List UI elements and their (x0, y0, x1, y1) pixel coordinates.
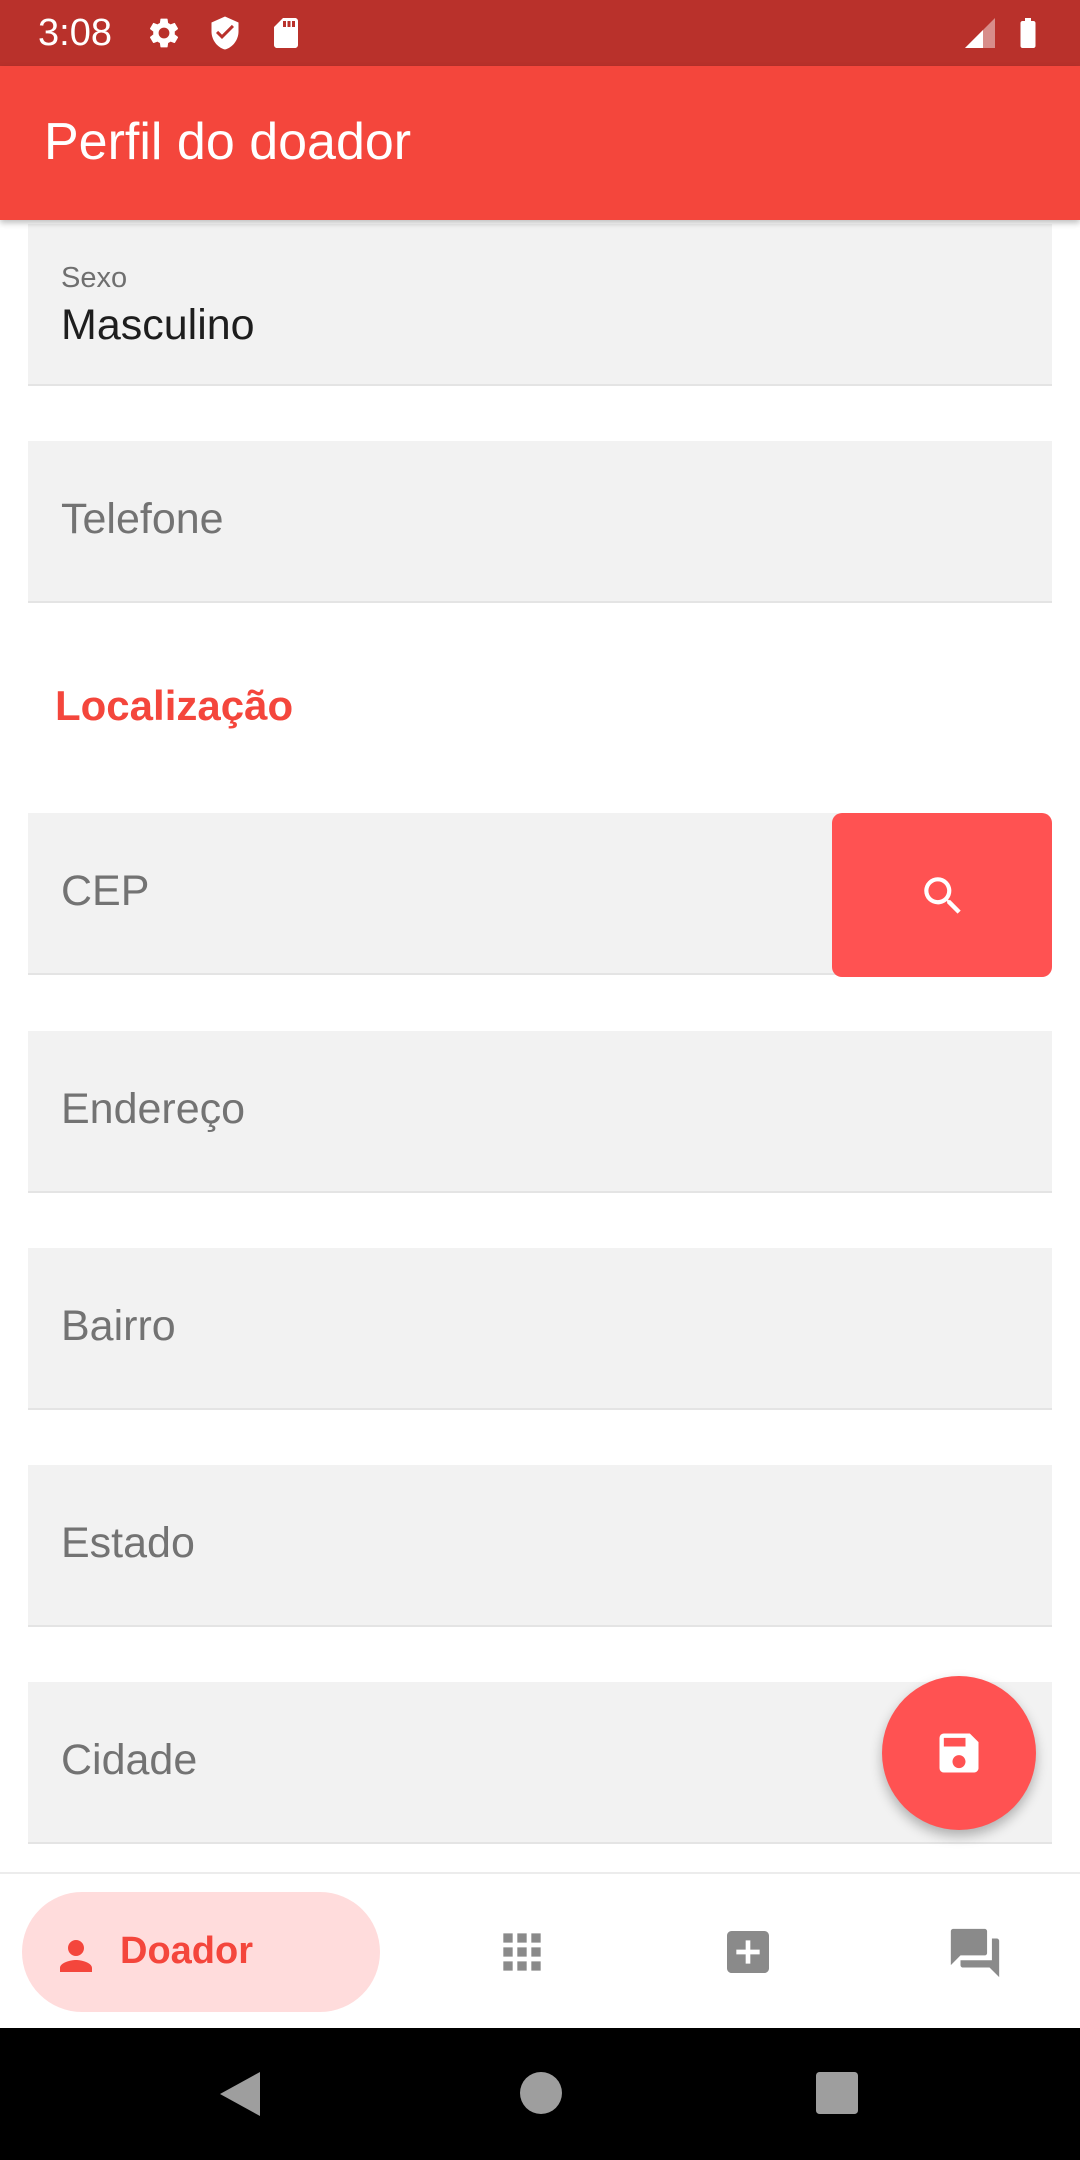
status-bar: 3:08 (0, 0, 1080, 66)
system-navigation-bar (0, 2028, 1080, 2160)
signal-icon (962, 15, 998, 51)
status-time: 3:08 (38, 12, 112, 54)
save-button[interactable] (882, 1676, 1036, 1830)
cep-field[interactable]: CEP (28, 813, 838, 975)
nav-item-chat[interactable] (946, 1924, 1004, 1987)
sexo-value: Masculino (61, 301, 255, 349)
bairro-placeholder: Bairro (61, 1302, 176, 1350)
recents-icon[interactable] (816, 2072, 858, 2114)
grid-icon (503, 1933, 541, 1971)
home-icon[interactable] (520, 2072, 562, 2114)
search-cep-button[interactable] (832, 813, 1052, 977)
cidade-placeholder: Cidade (61, 1736, 198, 1784)
estado-placeholder: Estado (61, 1519, 195, 1567)
location-section-title: Localização (55, 682, 294, 729)
bairro-field[interactable]: Bairro (28, 1248, 1052, 1410)
sexo-field[interactable]: Sexo Masculino (28, 224, 1052, 386)
endereco-field[interactable]: Endereço (28, 1031, 1052, 1193)
forum-icon (950, 1928, 1000, 1978)
endereco-placeholder: Endereço (61, 1085, 246, 1133)
bottom-navigation: Doador (0, 1872, 1080, 2028)
nav-item-grid[interactable] (494, 1924, 550, 1985)
sd-card-icon (268, 15, 304, 51)
gear-icon (146, 15, 182, 51)
nav-item-medical[interactable] (720, 1924, 776, 1985)
cep-placeholder: CEP (61, 867, 150, 915)
donor-profile-form: Sexo Masculino Telefone Localização CEP … (0, 220, 1080, 1872)
shield-icon (207, 15, 243, 51)
medical-plus-icon (727, 1931, 769, 1973)
nav-item-doador[interactable]: Doador (22, 1892, 380, 2012)
app-bar: Perfil do doador (0, 66, 1080, 220)
telefone-field[interactable]: Telefone (28, 441, 1052, 603)
save-icon (939, 1733, 979, 1773)
search-icon (924, 877, 961, 914)
estado-field[interactable]: Estado (28, 1465, 1052, 1627)
battery-icon (1010, 15, 1046, 51)
nav-item-doador-label: Doador (120, 1930, 253, 1972)
sexo-label: Sexo (61, 262, 128, 294)
person-icon (60, 1940, 92, 1972)
page-title: Perfil do doador (44, 113, 412, 171)
telefone-placeholder: Telefone (61, 495, 224, 543)
back-icon[interactable] (216, 2068, 264, 2120)
